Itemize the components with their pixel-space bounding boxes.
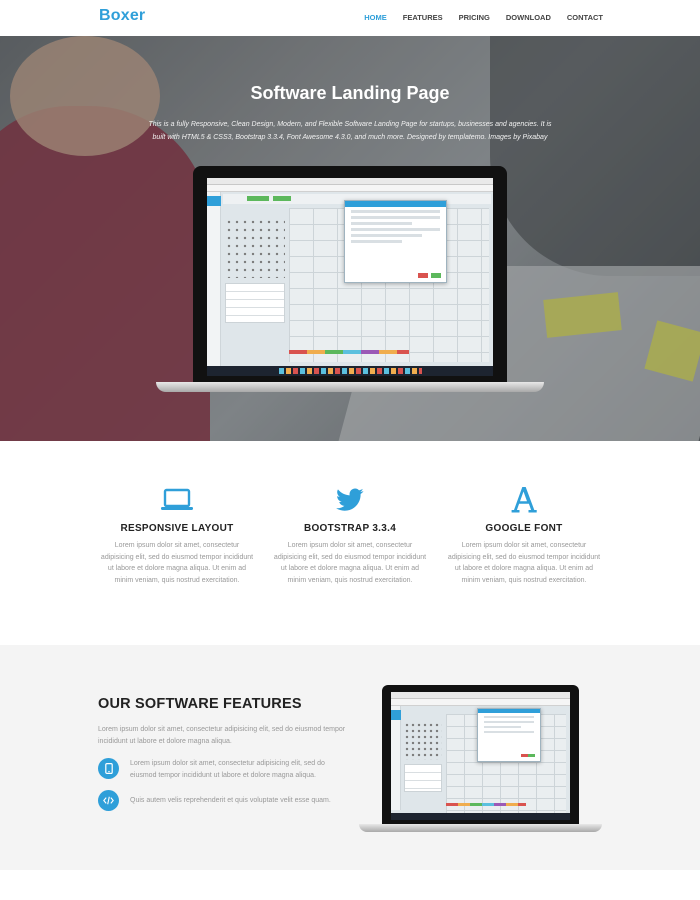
hero-laptop-image: [156, 166, 544, 392]
feature-title: RESPONSIVE LAYOUT: [120, 523, 234, 534]
hero-description: This is a fully Responsive, Clean Design…: [148, 121, 552, 141]
feature-text: Lorem ipsum dolor sit amet, consectetur …: [273, 542, 427, 584]
software-laptop-image: [359, 685, 602, 833]
features-section: RESPONSIVE LAYOUT Lorem ipsum dolor sit …: [0, 441, 700, 645]
twitter-icon: [265, 485, 435, 515]
screen-list: [225, 283, 285, 323]
feature-text: Lorem ipsum dolor sit amet, consectetur …: [447, 542, 601, 584]
screen-sidebar: [391, 706, 401, 810]
nav-link-pricing[interactable]: PRICING: [459, 13, 490, 22]
screen-modal: [344, 200, 448, 284]
mobile-icon: [98, 758, 119, 779]
screen-urlbar: [207, 185, 493, 192]
nav-links: HOME FEATURES PRICING DOWNLOAD CONTACT: [364, 13, 603, 22]
feature-bootstrap: BOOTSTRAP 3.3.4 Lorem ipsum dolor sit am…: [265, 485, 435, 586]
screen-sidebar: [207, 192, 221, 366]
screen-urlbar: [391, 699, 570, 706]
nav-link-features[interactable]: FEATURES: [403, 13, 443, 22]
hero-section: Software Landing Page This is a fully Re…: [0, 36, 700, 441]
software-features-section: OUR SOFTWARE FEATURES Lorem ipsum dolor …: [0, 645, 700, 870]
brand-logo[interactable]: Boxer: [99, 7, 145, 25]
screen-dock: [391, 813, 570, 820]
feature-text: Lorem ipsum dolor sit amet, consectetur …: [100, 542, 254, 584]
screen-modal: [476, 708, 542, 762]
feature-google-font: GOOGLE FONT Lorem ipsum dolor sit amet, …: [439, 485, 609, 586]
screen-button: [247, 196, 269, 201]
screen-button: [273, 196, 291, 201]
laptop-lid: [382, 685, 579, 826]
software-feature-text: Lorem ipsum dolor sit amet, consectetur …: [130, 760, 325, 779]
hero-title: Software Landing Page: [250, 83, 450, 103]
laptop-base: [359, 824, 602, 832]
feature-title: BOOTSTRAP 3.3.4: [303, 523, 397, 534]
laptop-icon: [92, 485, 262, 515]
screen-menubar: [391, 692, 570, 699]
software-feature-text: Quis autem velis reprehenderit et quis v…: [130, 797, 331, 804]
nav-link-home[interactable]: HOME: [364, 13, 387, 22]
screen-dock-icons: [278, 368, 422, 374]
screen-color-bar: [446, 803, 526, 806]
feature-title: GOOGLE FONT: [485, 523, 563, 534]
laptop-screen: [207, 178, 493, 376]
screen-sidebar-active: [391, 710, 401, 720]
section-title: OUR SOFTWARE FEATURES: [98, 696, 302, 712]
laptop-lid: [193, 166, 507, 384]
screen-color-bar: [289, 350, 409, 354]
code-icon: [98, 790, 119, 811]
nav-link-contact[interactable]: CONTACT: [567, 13, 603, 22]
screen-list: [404, 764, 442, 792]
page-bottom: [0, 870, 700, 900]
font-icon: [439, 485, 609, 515]
navbar: Boxer HOME FEATURES PRICING DOWNLOAD CON…: [0, 0, 700, 36]
laptop-screen: [391, 692, 570, 820]
screen-calendar: [404, 722, 442, 760]
screen-calendar: [225, 218, 285, 278]
nav-link-download[interactable]: DOWNLOAD: [506, 13, 551, 22]
feature-responsive-layout: RESPONSIVE LAYOUT Lorem ipsum dolor sit …: [92, 485, 262, 586]
laptop-base: [156, 382, 544, 392]
screen-menubar: [207, 178, 493, 185]
section-intro: Lorem ipsum dolor sit amet, consectetur …: [98, 726, 346, 745]
screen-sidebar-active: [207, 196, 221, 206]
